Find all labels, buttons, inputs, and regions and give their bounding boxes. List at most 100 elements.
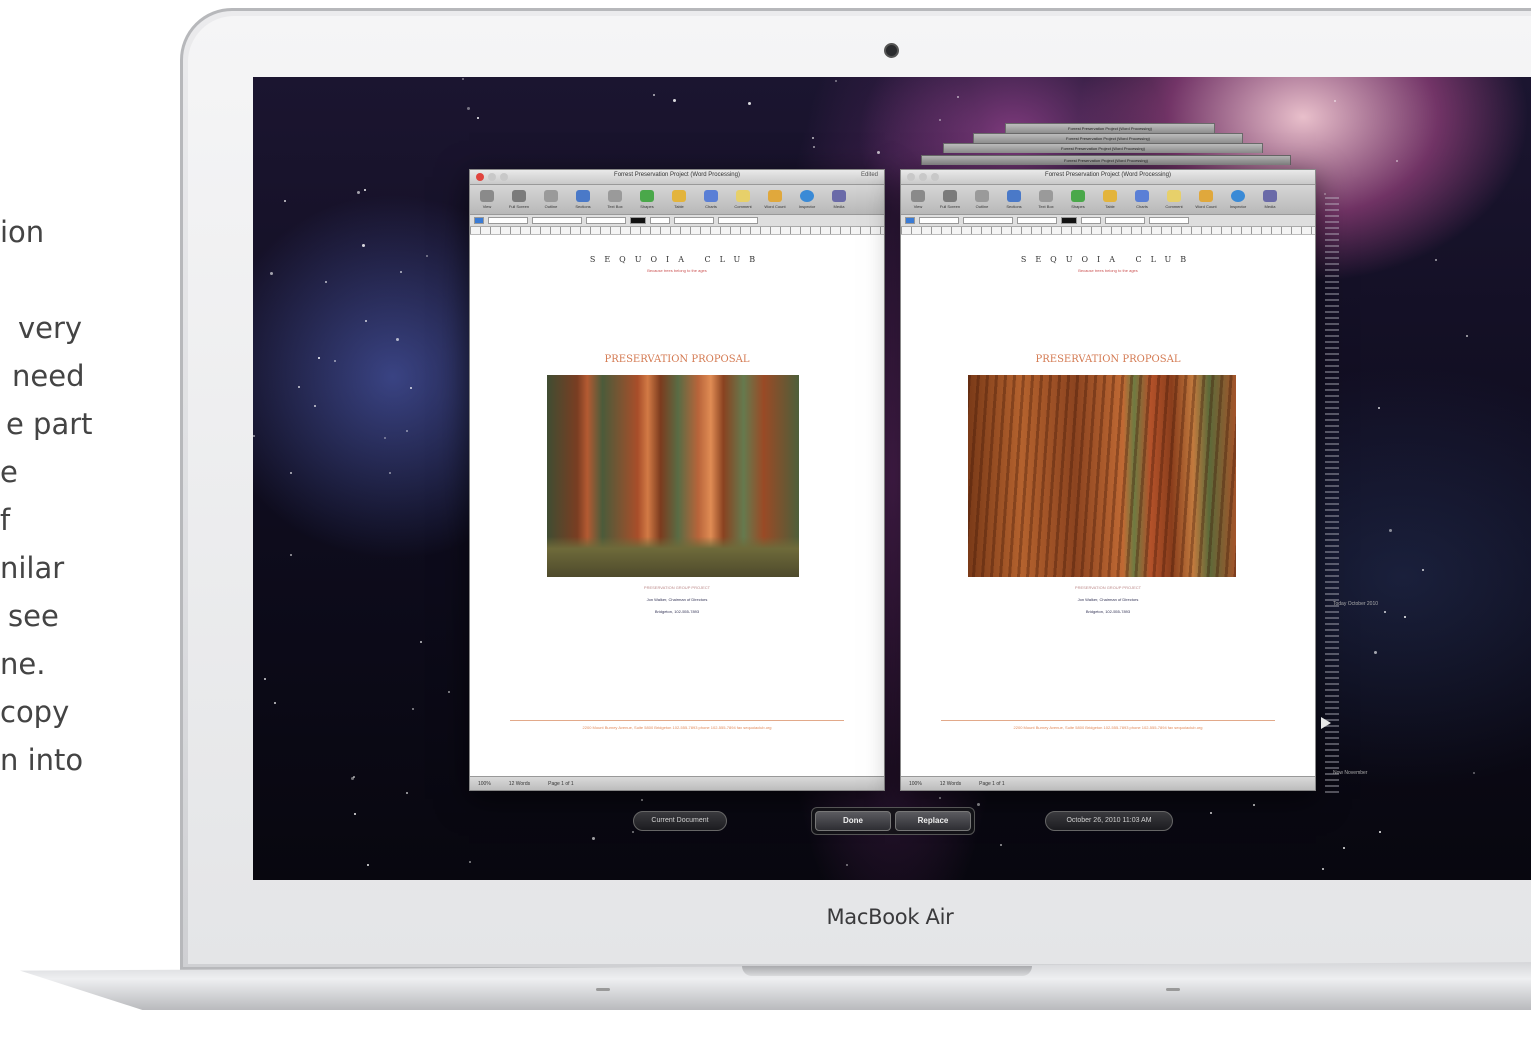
star xyxy=(462,77,465,80)
star xyxy=(317,356,320,359)
star xyxy=(363,189,366,192)
zoom-level[interactable]: 100% xyxy=(478,781,491,787)
toolbar-outline-button: Outline xyxy=(969,190,995,209)
redwood-bark-photo[interactable] xyxy=(968,375,1236,577)
word-count: 12 Words xyxy=(939,780,962,787)
toolbar-label: Text Box xyxy=(607,204,623,209)
star xyxy=(274,702,277,704)
format-bar xyxy=(470,215,884,227)
toolbar-sections-button[interactable]: Sections xyxy=(570,190,596,209)
table-icon xyxy=(672,190,686,202)
toolbar-wordcount-button: Word Count xyxy=(1193,190,1219,209)
star xyxy=(365,319,368,322)
toolbar-outline-button[interactable]: Outline xyxy=(538,190,564,209)
toolbar-label: Inspector xyxy=(1229,204,1247,209)
toolbar-charts-button[interactable]: Charts xyxy=(698,190,724,209)
star xyxy=(410,387,413,390)
laptop-brand-label: MacBook Air xyxy=(826,905,954,929)
window-titlebar[interactable]: Forrest Preservation Project (Word Proce… xyxy=(470,170,884,185)
media-icon xyxy=(1263,190,1277,202)
article-line: n into xyxy=(0,743,84,777)
textbox-icon xyxy=(608,190,622,202)
toolbar-fullscreen-button[interactable]: Full Screen xyxy=(506,190,532,209)
window-titlebar[interactable]: Forrest Preservation Project (Word Proce… xyxy=(901,170,1315,185)
toolbar-label: View xyxy=(482,204,492,209)
photo-caption-line: Jon Walker, Chairman of Directors xyxy=(1077,597,1139,602)
spacing-buttons[interactable] xyxy=(718,217,758,224)
alignment-buttons[interactable] xyxy=(674,217,714,224)
article-line: ne. xyxy=(0,647,46,681)
star xyxy=(1396,160,1399,163)
toolbar-textbox-button: Text Box xyxy=(1033,190,1059,209)
text-color-swatch xyxy=(1061,217,1077,224)
text-color-swatch[interactable] xyxy=(630,217,646,224)
toolbar-label: Text Box xyxy=(1038,204,1054,209)
star xyxy=(938,797,941,800)
toolbar-label: Table xyxy=(1105,204,1115,209)
document-page[interactable]: SEQUOIA CLUB Because trees belong to the… xyxy=(901,235,1315,765)
comment-icon xyxy=(1167,190,1181,202)
star xyxy=(356,191,360,195)
toolbar-comment-button: Comment xyxy=(1161,190,1187,209)
toolbar-table-button[interactable]: Table xyxy=(666,190,692,209)
toolbar-label: Shapes xyxy=(640,204,654,209)
bold-italic-buttons[interactable] xyxy=(650,217,670,224)
time-machine-timeline[interactable] xyxy=(1325,197,1339,797)
toolbar-sections-button: Sections xyxy=(1001,190,1027,209)
done-button[interactable]: Done xyxy=(815,811,891,831)
document-page[interactable]: SEQUOIA CLUB Because trees belong to the… xyxy=(470,235,884,765)
toolbar-label: Comment xyxy=(734,204,752,209)
ruler[interactable] xyxy=(470,227,884,235)
star xyxy=(876,151,880,154)
current-document-window[interactable]: Forrest Preservation Project (Word Proce… xyxy=(469,169,885,791)
backup-window-stack-item[interactable]: Forrest Preservation Project (Word Proce… xyxy=(921,155,1291,165)
toolbar-view-button[interactable]: View xyxy=(474,190,500,209)
star xyxy=(748,102,752,106)
view-icon xyxy=(480,190,494,202)
timeline-label: Now November xyxy=(1333,770,1368,776)
paragraph-style-select xyxy=(919,217,959,224)
star xyxy=(1378,407,1381,410)
star xyxy=(939,118,942,121)
charts-icon xyxy=(1135,190,1149,202)
backup-window-stack-item[interactable]: Forrest Preservation Project (Word Proce… xyxy=(943,143,1263,153)
styles-button[interactable] xyxy=(474,217,484,224)
toolbar-label: Word Count xyxy=(1195,204,1217,209)
toolbar-wordcount-button[interactable]: Word Count xyxy=(762,190,788,209)
star xyxy=(399,270,402,273)
edited-indicator[interactable]: Edited xyxy=(861,172,878,178)
fullscreen-icon xyxy=(512,190,526,202)
toolbar-shapes-button: Shapes xyxy=(1065,190,1091,209)
paragraph-style-select[interactable] xyxy=(488,217,528,224)
page-footer: 2200 Mount Burney Avenue, Suite 5800 Bri… xyxy=(1013,725,1203,730)
star xyxy=(1466,335,1469,338)
sequoia-forest-photo[interactable] xyxy=(547,375,799,577)
view-icon xyxy=(911,190,925,202)
star xyxy=(1000,843,1003,846)
backup-document-window[interactable]: Forrest Preservation Project (Word Proce… xyxy=(900,169,1316,791)
replace-button[interactable]: Replace xyxy=(895,811,971,831)
toolbar-shapes-button[interactable]: Shapes xyxy=(634,190,660,209)
toolbar-textbox-button[interactable]: Text Box xyxy=(602,190,628,209)
star xyxy=(1384,611,1387,614)
star xyxy=(1252,804,1255,807)
toolbar-inspector-button[interactable]: Inspector xyxy=(794,190,820,209)
sections-icon xyxy=(576,190,590,202)
toolbar-view-button: View xyxy=(905,190,931,209)
charts-icon xyxy=(704,190,718,202)
toolbar-media-button[interactable]: Media xyxy=(826,190,852,209)
backup-window-stack-item[interactable]: Forrest Preservation Project (Word Proce… xyxy=(1005,123,1215,133)
backup-window-stack-item[interactable]: Forrest Preservation Project (Word Proce… xyxy=(973,133,1243,143)
page-indicator: Page 1 of 1 xyxy=(548,780,574,787)
star xyxy=(420,640,423,643)
font-family-select[interactable] xyxy=(532,217,582,224)
page-footer: 2200 Mount Burney Avenue, Suite 5800 Bri… xyxy=(582,725,772,730)
star xyxy=(1210,812,1213,815)
timeline-pointer-icon[interactable] xyxy=(1321,717,1331,729)
star xyxy=(1379,830,1382,833)
font-typeface-select[interactable] xyxy=(586,217,626,224)
star xyxy=(354,813,357,816)
toolbar-label: Media xyxy=(833,204,845,209)
table-icon xyxy=(1103,190,1117,202)
toolbar-comment-button[interactable]: Comment xyxy=(730,190,756,209)
